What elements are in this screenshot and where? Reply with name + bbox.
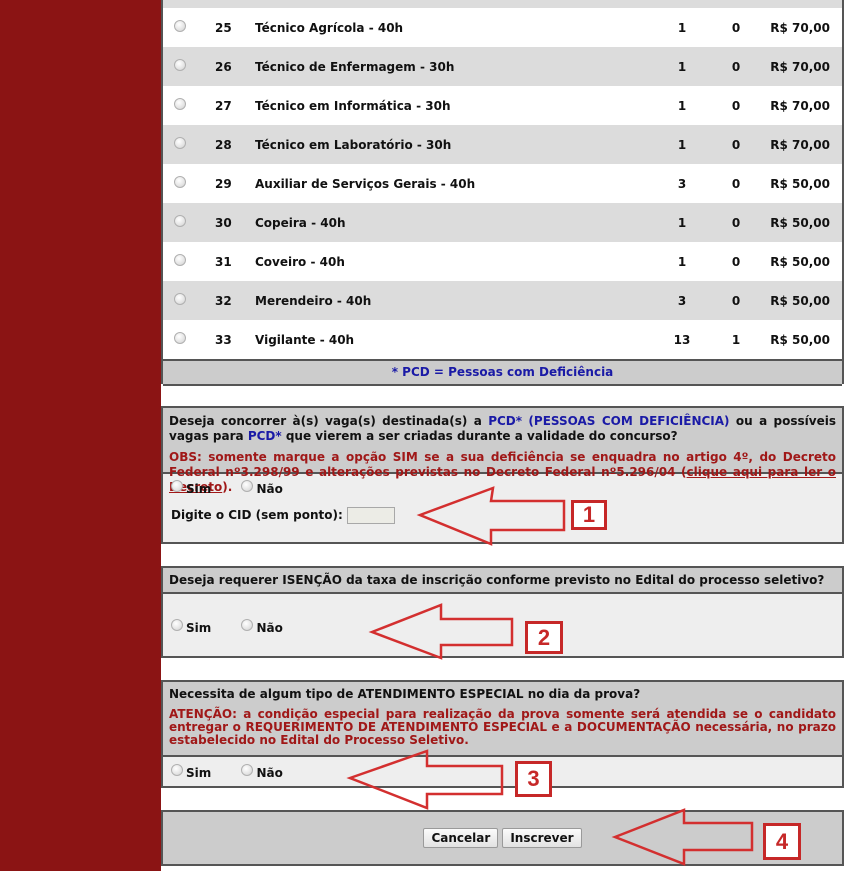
arrow-icon xyxy=(346,749,504,810)
annotation-number-4: 4 xyxy=(763,823,801,860)
arrow-icon xyxy=(368,603,514,660)
annotation-number-2: 2 xyxy=(525,621,563,654)
arrow-icon xyxy=(416,486,566,546)
annotation-number-1: 1 xyxy=(571,500,607,530)
annotation-layer xyxy=(346,486,754,866)
arrow-icon xyxy=(611,808,754,866)
annotation-number-3: 3 xyxy=(515,761,552,797)
